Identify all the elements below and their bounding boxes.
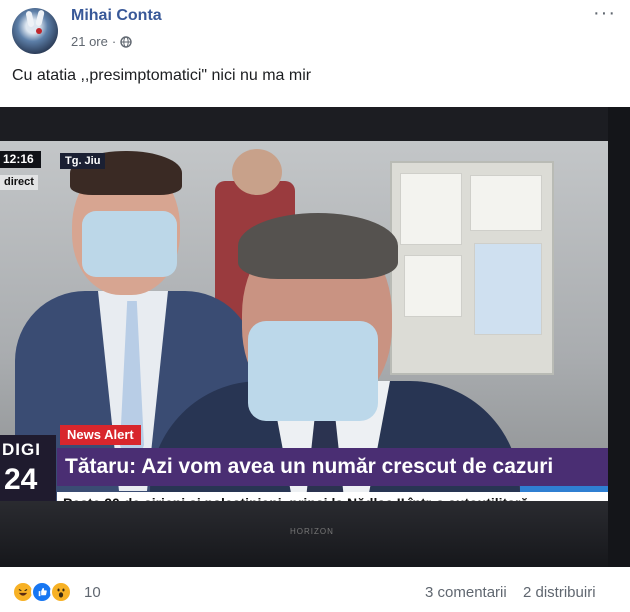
tv-brand: HORIZON — [290, 527, 334, 536]
comments-count-link[interactable]: 3 comentarii — [425, 584, 507, 601]
post-photo[interactable]: 12:16 Tg. Jiu direct News Alert Tătaru: … — [0, 107, 630, 567]
news-headline: Tătaru: Azi vom avea un număr crescut de… — [57, 448, 608, 486]
person-center-mask — [248, 321, 378, 421]
notice-board — [390, 161, 554, 375]
post-footer: 10 3 comentarii 2 distribuiri — [0, 567, 630, 612]
globe-icon — [120, 35, 132, 48]
broadcast-location: Tg. Jiu — [60, 153, 106, 169]
person-center-hair — [238, 213, 398, 279]
meta-separator: · — [111, 34, 117, 49]
avatar-rabbit-ear — [25, 10, 35, 28]
avatar-rabbit-eye — [36, 28, 42, 34]
wow-icon — [50, 581, 72, 603]
channel-logo-number: 24 — [4, 463, 38, 496]
broadcast-time: 12:16 — [0, 151, 41, 168]
facebook-post: Mihai Conta 21 ore · ··· Cu atatia ,,pre… — [0, 0, 630, 612]
post-timestamp[interactable]: 21 ore — [71, 34, 108, 49]
broadcast-live-label: direct — [0, 175, 38, 190]
author-avatar[interactable] — [12, 8, 58, 54]
reaction-icons[interactable] — [12, 581, 82, 605]
tv-screen — [0, 141, 608, 501]
tv-frame-edge — [608, 107, 630, 567]
author-name[interactable]: Mihai Conta — [71, 7, 162, 25]
background-person-head — [232, 149, 282, 195]
person-left-mask — [82, 211, 177, 277]
avatar-rabbit-ear — [35, 9, 45, 27]
post-meta: 21 ore · — [71, 34, 132, 49]
shares-count-link[interactable]: 2 distribuiri — [523, 584, 596, 601]
news-alert-badge: News Alert — [60, 425, 141, 445]
channel-logo-name: DIGI — [2, 440, 41, 459]
reaction-count[interactable]: 10 — [84, 584, 101, 601]
more-options-icon[interactable]: ··· — [593, 3, 616, 23]
post-text: Cu atatia ,,presimptomatici" nici nu ma … — [12, 67, 312, 84]
